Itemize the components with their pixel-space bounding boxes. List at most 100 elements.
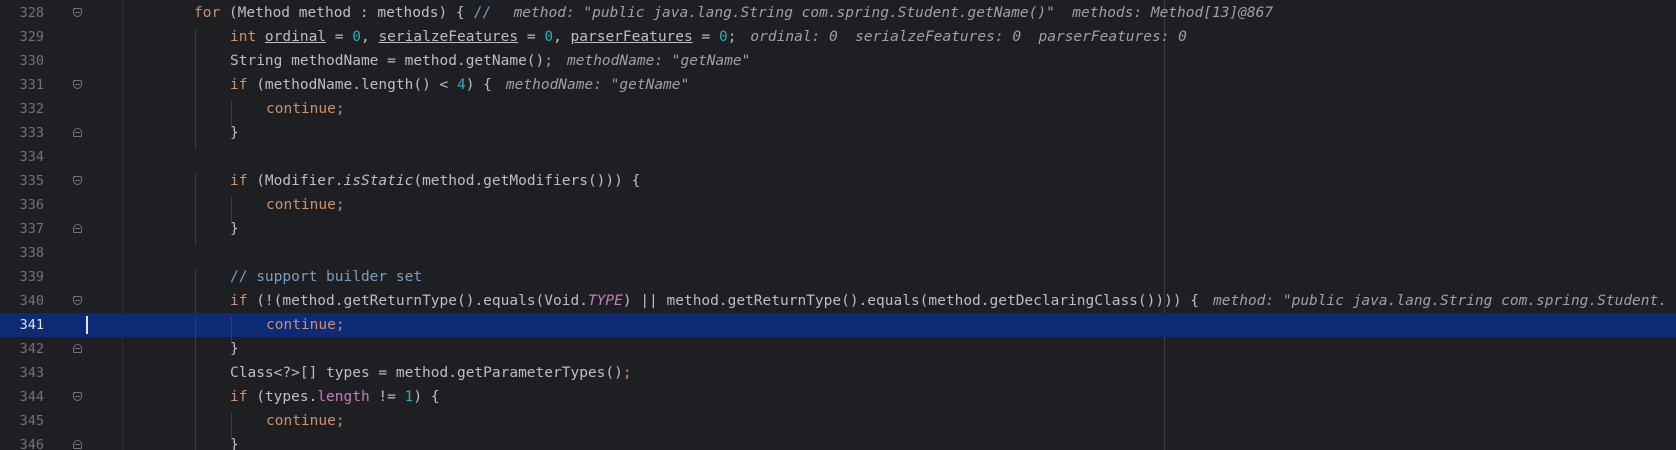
code-text[interactable]: if (methodName.length() < 4) {methodName…	[158, 73, 690, 101]
code-line[interactable]: 342}	[0, 337, 1676, 365]
code-text[interactable]: continue;	[158, 97, 345, 125]
code-text[interactable]: }	[158, 121, 239, 149]
line-number[interactable]: 332	[0, 97, 44, 121]
code-token: (types.	[247, 389, 318, 405]
code-line[interactable]: 336 continue;	[0, 193, 1676, 221]
code-text[interactable]: // support builder set	[158, 265, 423, 293]
code-text[interactable]: if (!(method.getReturnType().equals(Void…	[158, 289, 1667, 317]
line-number[interactable]: 334	[0, 145, 44, 169]
code-token: (method.getModifiers())) {	[413, 173, 641, 189]
fold-collapse-icon[interactable]	[73, 224, 82, 233]
code-token: continue;	[266, 197, 345, 213]
line-number[interactable]: 331	[0, 73, 44, 97]
code-text[interactable]: }	[158, 217, 239, 245]
line-number[interactable]: 329	[0, 25, 44, 49]
code-line[interactable]: 335 if (Modifier.isStatic(method.getModif…	[0, 169, 1676, 197]
code-text[interactable]: int ordinal = 0, serialzeFeatures = 0, p…	[158, 25, 1187, 53]
line-number[interactable]: 346	[0, 433, 44, 450]
code-text[interactable]: continue;	[158, 409, 345, 437]
code-token: ;	[622, 365, 632, 381]
code-line[interactable]: 329 int ordinal = 0, serialzeFeatures = 0…	[0, 25, 1676, 53]
fold-collapse-icon[interactable]	[73, 344, 82, 353]
current-line[interactable]: 341 continue;	[0, 313, 1676, 341]
code-line[interactable]: 331 if (methodName.length() < 4) {methodN…	[0, 73, 1676, 101]
code-token: if	[230, 293, 248, 309]
code-token: 4	[456, 77, 466, 93]
line-number[interactable]: 344	[0, 385, 44, 409]
code-text[interactable]: if (Modifier.isStatic(method.getModifier…	[158, 169, 641, 197]
code-token: continue;	[266, 413, 345, 429]
code-token: //	[473, 5, 500, 21]
code-token: !=	[369, 389, 405, 405]
code-line[interactable]: 328 for (Method method : methods) { // me…	[0, 1, 1676, 25]
line-number[interactable]: 333	[0, 121, 44, 145]
code-text[interactable]: }	[158, 337, 239, 365]
code-token: =	[692, 29, 719, 45]
code-line[interactable]: 337}	[0, 217, 1676, 245]
line-number[interactable]: 338	[0, 241, 44, 265]
code-line[interactable]: 334	[0, 145, 1676, 169]
code-token: ;	[544, 53, 554, 69]
fold-expand-icon[interactable]	[73, 80, 82, 89]
code-text[interactable]: continue;	[158, 313, 345, 341]
code-token: ) {	[465, 77, 492, 93]
debug-inline-value: methodName: "getName"	[567, 53, 751, 69]
debug-inline-value: methodName: "getName"	[505, 77, 690, 93]
line-number[interactable]: 342	[0, 337, 44, 361]
line-number[interactable]: 345	[0, 409, 44, 433]
code-token: if	[230, 77, 248, 93]
code-token: (Method method : methods) {	[220, 5, 474, 21]
line-number[interactable]: 336	[0, 193, 44, 217]
code-line[interactable]: 339 // support builder set	[0, 265, 1676, 293]
fold-expand-icon[interactable]	[73, 176, 82, 185]
code-token: ) {	[413, 389, 440, 405]
code-token: // support builder set	[230, 269, 423, 285]
fold-collapse-icon[interactable]	[73, 440, 82, 449]
code-token: int	[230, 29, 265, 45]
code-token: }	[230, 341, 239, 357]
line-number[interactable]: 343	[0, 361, 44, 385]
code-text[interactable]: continue;	[158, 193, 345, 221]
code-text[interactable]: }	[158, 433, 239, 450]
code-line[interactable]: 340 if (!(method.getReturnType().equals(V…	[0, 289, 1676, 317]
code-token: parserFeatures	[570, 29, 693, 45]
code-token: }	[230, 221, 239, 237]
fold-expand-icon[interactable]	[73, 296, 82, 305]
debug-inline-value: method: "public java.lang.String com.spr…	[1213, 293, 1667, 309]
code-text[interactable]: for (Method method : methods) { // metho…	[158, 1, 1273, 25]
code-token: }	[230, 125, 239, 141]
code-line[interactable]: 338	[0, 241, 1676, 265]
code-lines: 328 for (Method method : methods) { // me…	[0, 1, 1676, 450]
code-line[interactable]: 332 continue;	[0, 97, 1676, 125]
fold-expand-icon[interactable]	[73, 8, 82, 17]
code-token: continue;	[266, 317, 345, 333]
code-line[interactable]: 343 Class<?>[] types = method.getParamete…	[0, 361, 1676, 389]
code-line[interactable]: 346}	[0, 433, 1676, 450]
code-token: ,	[553, 29, 571, 45]
line-number[interactable]: 335	[0, 169, 44, 193]
code-line[interactable]: 330 String methodName = method.getName();…	[0, 49, 1676, 77]
line-number[interactable]: 337	[0, 217, 44, 241]
code-text[interactable]: String methodName = method.getName(); met…	[158, 49, 751, 77]
code-token: ) || method.getReturnType().equals(metho…	[622, 293, 1200, 309]
line-number[interactable]: 330	[0, 49, 44, 73]
code-text[interactable]: Class<?>[] types = method.getParameterTy…	[158, 361, 632, 389]
code-line[interactable]: 333}	[0, 121, 1676, 149]
fold-collapse-icon[interactable]	[73, 128, 82, 137]
line-number[interactable]: 339	[0, 265, 44, 289]
text-caret	[86, 316, 88, 334]
code-line[interactable]: 345 continue;	[0, 409, 1676, 437]
line-number[interactable]: 328	[0, 1, 44, 25]
code-token: ordinal	[264, 29, 327, 45]
code-editor[interactable]: 328 for (Method method : methods) { // me…	[0, 0, 1676, 450]
code-token: if	[230, 389, 248, 405]
fold-expand-icon[interactable]	[73, 392, 82, 401]
code-line[interactable]: 344 if (types.length != 1) {	[0, 385, 1676, 413]
code-text[interactable]: if (types.length != 1) {	[158, 385, 440, 413]
code-token: 0	[544, 29, 554, 45]
code-token: }	[230, 437, 239, 450]
code-token: length	[317, 389, 370, 405]
line-number[interactable]: 341	[0, 313, 44, 337]
line-number[interactable]: 340	[0, 289, 44, 313]
code-token: for	[194, 5, 221, 21]
